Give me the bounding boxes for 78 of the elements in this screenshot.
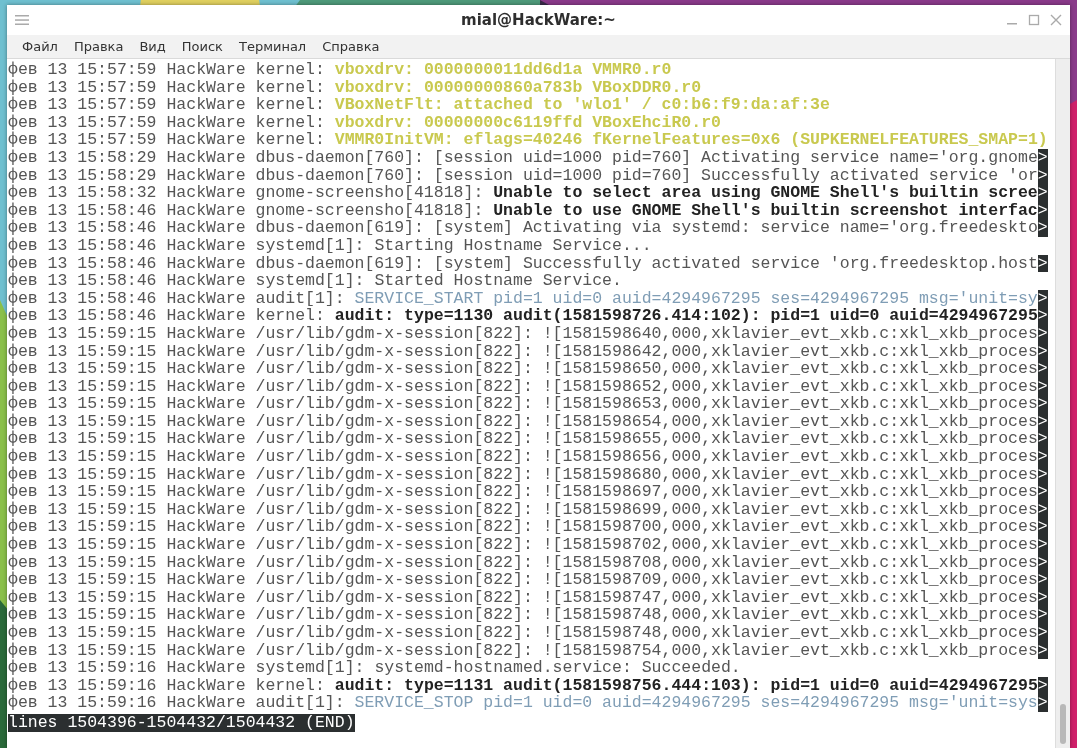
overflow-marker: > <box>1037 184 1048 202</box>
overflow-marker: > <box>1037 342 1048 361</box>
menu-item[interactable]: Файл <box>14 37 66 56</box>
log-line: фев 13 15:59:15 HackWare /usr/lib/gdm-x-session[822]: ![1581598654,000,xklavier_evt_xkb.c:xkl_xkb_proces <box>8 412 1038 431</box>
overflow-marker: > <box>1037 377 1048 396</box>
log-line: фев 13 15:58:46 HackWare audit[1]: SERVICE_START pid=1 uid=0 auid=4294967295 ses=4294967295 msg='unit=sy <box>8 289 1038 308</box>
overflow-marker: > <box>1037 201 1048 220</box>
log-line: фев 13 15:59:15 HackWare /usr/lib/gdm-x-session[822]: ![1581598709,000,xklavier_evt_xkb.c:xkl_xkb_proces <box>8 571 1038 589</box>
log-line: фев 13 15:58:29 HackWare dbus-daemon[760]: [session uid=1000 pid=760] Successfully activated service 'or <box>8 166 1038 185</box>
log-line: фев 13 15:59:15 HackWare /usr/lib/gdm-x-session[822]: ![1581598708,000,xklavier_evt_xkb.c:xkl_xkb_proces <box>8 553 1038 572</box>
overflow-marker: > <box>1037 148 1048 167</box>
overflow-marker: > <box>1037 571 1048 589</box>
log-line: фев 13 15:59:15 HackWare /usr/lib/gdm-x-session[822]: ![1581598655,000,xklavier_evt_xkb.c:xkl_xkb_proces <box>8 430 1038 449</box>
log-line: фев 13 15:59:16 HackWare kernel: audit: type=1131 audit(1581598756.444:103): pid=1 uid=0 auid=4294967295 <box>8 676 1038 695</box>
log-line: фев 13 15:57:59 HackWare kernel: VMMR0InitVM: eflags=40246 fKernelFeatures=0x6 (SUPKERNELFEATURES_SMAP=1) <box>8 131 1048 149</box>
overflow-marker: > <box>1037 465 1048 484</box>
log-line: фев 13 15:59:15 HackWare /usr/lib/gdm-x-session[822]: ![1581598702,000,xklavier_evt_xkb.c:xkl_xkb_proces <box>8 536 1038 554</box>
overflow-marker: > <box>1037 254 1048 273</box>
overflow-marker: > <box>1037 588 1048 607</box>
log-line: фев 13 15:59:15 HackWare /usr/lib/gdm-x-session[822]: ![1581598656,000,xklavier_evt_xkb.c:xkl_xkb_proces <box>8 448 1038 466</box>
log-line: фев 13 15:59:15 HackWare /usr/lib/gdm-x-session[822]: ![1581598653,000,xklavier_evt_xkb.c:xkl_xkb_proces <box>8 395 1038 413</box>
overflow-marker: > <box>1037 553 1048 572</box>
log-line: фев 13 15:58:46 HackWare systemd[1]: Starting Hostname Service... <box>8 236 652 255</box>
menu-item[interactable]: Терминал <box>230 37 315 56</box>
overflow-marker: > <box>1037 412 1048 431</box>
overflow-marker: > <box>1037 219 1048 237</box>
log-line: фев 13 15:58:46 HackWare kernel: audit: type=1130 audit(1581598726.414:102): pid=1 uid=0 auid=4294967295 <box>8 307 1038 325</box>
overflow-marker: > <box>1037 536 1048 554</box>
overflow-marker: > <box>1037 606 1048 624</box>
menu-icon[interactable] <box>15 14 29 26</box>
log-line: фев 13 15:59:16 HackWare systemd[1]: systemd-hostnamed.service: Succeeded. <box>8 659 741 677</box>
maximize-icon[interactable] <box>1028 14 1040 26</box>
overflow-marker: > <box>1037 448 1048 466</box>
overflow-marker: > <box>1037 500 1048 519</box>
log-line: фев 13 15:59:15 HackWare /usr/lib/gdm-x-session[822]: ![1581598699,000,xklavier_evt_xkb.c:xkl_xkb_proces <box>8 500 1038 519</box>
overflow-marker: > <box>1037 641 1048 660</box>
close-icon[interactable] <box>1050 14 1062 26</box>
log-line: фев 13 15:58:46 HackWare dbus-daemon[619]: [system] Successfully activated service 'org.freedesktop.host <box>8 254 1038 273</box>
log-line: фев 13 15:59:15 HackWare /usr/lib/gdm-x-session[822]: ![1581598700,000,xklavier_evt_xkb.c:xkl_xkb_proces <box>8 518 1038 537</box>
overflow-marker: > <box>1037 395 1048 413</box>
menu-item[interactable]: Поиск <box>173 37 231 56</box>
log-line: фев 13 15:59:15 HackWare /usr/lib/gdm-x-session[822]: ![1581598650,000,xklavier_evt_xkb.c:xkl_xkb_proces <box>8 360 1038 378</box>
scrollbar-thumb[interactable] <box>1060 704 1066 744</box>
log-line: фев 13 15:59:15 HackWare /usr/lib/gdm-x-session[822]: ![1581598754,000,xklavier_evt_xkb.c:xkl_xkb_proces <box>8 641 1038 660</box>
log-line: фев 13 15:57:59 HackWare kernel: vboxdrv: 0000000011dd6d1a VMMR0.r0 <box>8 61 672 79</box>
log-line: фев 13 15:58:46 HackWare systemd[1]: Started Hostname Service. <box>8 272 622 290</box>
menu-item[interactable]: Правка <box>65 37 132 56</box>
log-line: фев 13 15:58:32 HackWare gnome-screensho[41818]: Unable to select area using GNOME Shell's builtin scree <box>8 184 1038 202</box>
overflow-marker: > <box>1037 360 1048 378</box>
log-line: фев 13 15:59:15 HackWare /usr/lib/gdm-x-session[822]: ![1581598680,000,xklavier_evt_xkb.c:xkl_xkb_proces <box>8 465 1038 484</box>
log-line: фев 13 15:59:15 HackWare /usr/lib/gdm-x-session[822]: ![1581598697,000,xklavier_evt_xkb.c:xkl_xkb_proces <box>8 483 1038 501</box>
menu-item[interactable]: Справка <box>314 37 388 56</box>
log-line: фев 13 15:59:15 HackWare /usr/lib/gdm-x-session[822]: ![1581598747,000,xklavier_evt_xkb.c:xkl_xkb_proces <box>8 588 1038 607</box>
overflow-marker: > <box>1037 324 1048 343</box>
log-line: фев 13 15:59:15 HackWare /usr/lib/gdm-x-session[822]: ![1581598652,000,xklavier_evt_xkb.c:xkl_xkb_proces <box>8 377 1038 396</box>
overflow-marker: > <box>1037 483 1048 501</box>
overflow-marker: > <box>1037 694 1048 712</box>
log-line: фев 13 15:59:15 HackWare /usr/lib/gdm-x-session[822]: ![1581598748,000,xklavier_evt_xkb.c:xkl_xkb_proces <box>8 606 1038 624</box>
overflow-marker: > <box>1037 624 1048 642</box>
overflow-marker: > <box>1037 307 1048 325</box>
log-line: фев 13 15:59:16 HackWare audit[1]: SERVICE_STOP pid=1 uid=0 auid=4294967295 ses=4294967295 msg='unit=sys <box>8 694 1038 712</box>
overflow-marker: > <box>1037 289 1048 308</box>
log-line: фев 13 15:58:29 HackWare dbus-daemon[760]: [session uid=1000 pid=760] Activating service name='org.gnome <box>8 148 1038 167</box>
pager-status: lines 1504396-1504432/1504432 (END) <box>8 713 355 732</box>
log-line: фев 13 15:57:59 HackWare kernel: vboxdrv: 00000000c6119ffd VBoxEhciR0.r0 <box>8 113 721 132</box>
overflow-marker: > <box>1037 430 1048 449</box>
overflow-marker: > <box>1037 676 1048 695</box>
log-line: фев 13 15:57:59 HackWare kernel: vboxdrv: 00000000860a783b VBoxDDR0.r0 <box>8 78 702 97</box>
overflow-marker: > <box>1037 518 1048 537</box>
log-line: фев 13 15:59:15 HackWare /usr/lib/gdm-x-session[822]: ![1581598642,000,xklavier_evt_xkb.c:xkl_xkb_proces <box>8 342 1038 361</box>
log-line: фев 13 15:57:59 HackWare kernel: VBoxNetFlt: attached to 'wlo1' / c0:b6:f9:da:af:3e <box>8 96 830 114</box>
log-line: фев 13 15:58:46 HackWare dbus-daemon[619]: [system] Activating via systemd: service name='org.freedeskto <box>8 219 1038 237</box>
log-line: фев 13 15:59:15 HackWare /usr/lib/gdm-x-session[822]: ![1581598640,000,xklavier_evt_xkb.c:xkl_xkb_proces <box>8 324 1038 343</box>
log-line: фев 13 15:58:46 HackWare gnome-screensho[41818]: Unable to use GNOME Shell's builtin screenshot interfac <box>8 201 1038 220</box>
window-title: mial@HackWare:~ <box>461 11 616 29</box>
overflow-marker: > <box>1037 166 1048 185</box>
menu-item[interactable]: Вид <box>131 37 174 56</box>
log-line: фев 13 15:59:15 HackWare /usr/lib/gdm-x-session[822]: ![1581598748,000,xklavier_evt_xkb.c:xkl_xkb_proces <box>8 624 1038 642</box>
